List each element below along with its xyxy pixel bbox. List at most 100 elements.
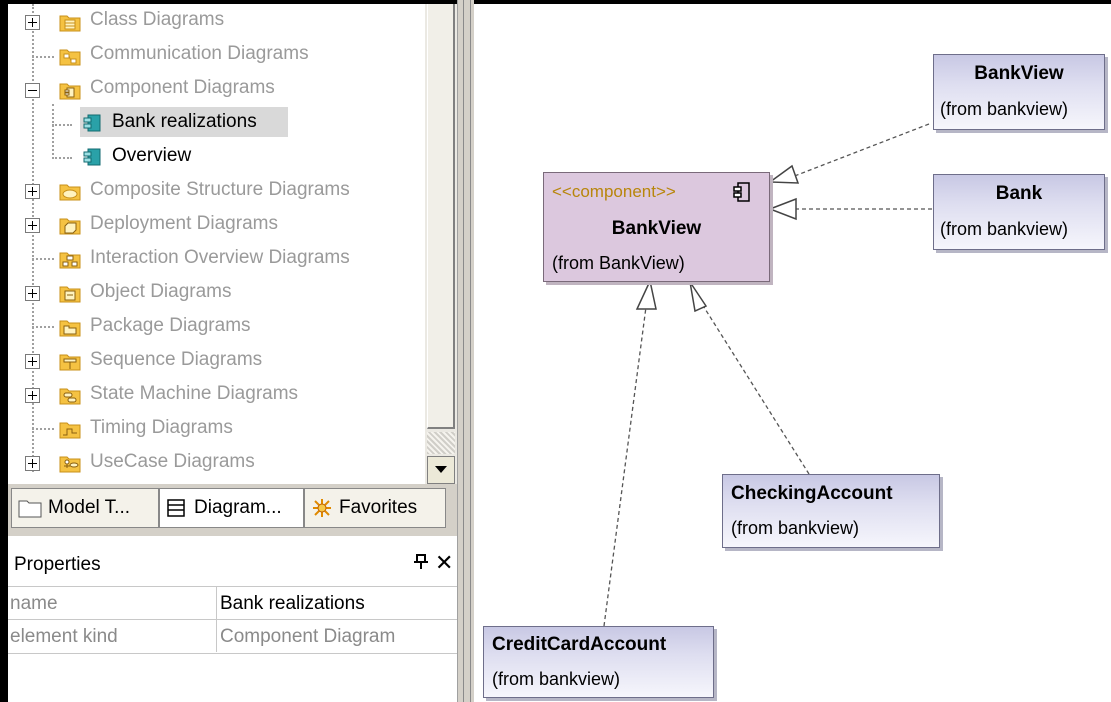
tree-item-label: Composite Structure Diagrams [90, 179, 350, 200]
properties-title: Properties [14, 554, 101, 575]
arrow-down-icon [435, 466, 447, 473]
class-diagram-folder-icon [59, 15, 81, 32]
state-machine-folder-icon [59, 388, 81, 405]
tree-item-class-diagrams[interactable]: Class Diagrams [90, 5, 224, 35]
tree-item-communication-diagrams[interactable]: Communication Diagrams [90, 39, 309, 69]
tab-favorites[interactable]: Favorites [304, 488, 446, 528]
favorites-star-icon [313, 499, 331, 517]
tree-guide-line [52, 157, 72, 159]
component-from-label: (from BankView) [552, 253, 685, 273]
tree-vertical-scrollbar[interactable] [425, 4, 457, 484]
class-creditcardaccount[interactable]: CreditCardAccount (from bankview) [483, 626, 714, 698]
tree-guide-line [32, 56, 54, 58]
tree-guide-line [32, 258, 54, 260]
communication-diagram-folder-icon [59, 49, 81, 66]
tree-item-label: UseCase Diagrams [90, 451, 255, 472]
expand-button[interactable] [25, 388, 40, 403]
tree-item-label: Class Diagrams [90, 9, 225, 30]
class-from-label: (from bankview) [940, 99, 1069, 119]
tree-item-label: Component Diagrams [90, 77, 275, 98]
realization-line-bankview [791, 123, 930, 178]
class-checkingaccount[interactable]: CheckingAccount (from bankview) [722, 474, 940, 548]
package-diagram-folder-icon [59, 320, 81, 337]
class-name: CreditCardAccount [492, 634, 667, 655]
scrollbar-thumb[interactable] [427, 4, 455, 429]
tree-item-package-diagrams[interactable]: Package Diagrams [90, 311, 251, 341]
class-name: CheckingAccount [731, 483, 893, 504]
property-value: Component Diagram [220, 626, 396, 647]
pin-icon[interactable] [414, 554, 428, 575]
property-row[interactable]: element kind Component Diagram [8, 619, 457, 654]
class-bankview[interactable]: BankView (from bankview) [933, 54, 1105, 130]
tree-item-composite-structure-diagrams[interactable]: Composite Structure Diagrams [90, 175, 350, 205]
tree-item-label: Bank realizations [112, 111, 257, 132]
expand-button[interactable] [25, 354, 40, 369]
diagram-canvas[interactable]: <<component>> BankView (from BankView) B… [474, 4, 1111, 702]
component-diagram-folder-icon [59, 83, 81, 100]
class-bank[interactable]: Bank (from bankview) [933, 174, 1105, 250]
tree-item-label: Interaction Overview Diagrams [90, 247, 350, 268]
component-icon [733, 182, 750, 202]
collapse-button[interactable] [25, 83, 40, 98]
tree-item-overview[interactable]: Overview [112, 141, 191, 171]
component-diagram-icon [83, 148, 101, 166]
tab-model-tree[interactable]: Model T... [11, 488, 159, 528]
tree-item-timing-diagrams[interactable]: Timing Diagrams [90, 413, 233, 443]
realization-arrowhead [635, 278, 657, 310]
tab-diagram-tree[interactable]: Diagram... [159, 488, 304, 528]
expand-button[interactable] [25, 218, 40, 233]
expand-button[interactable] [25, 15, 40, 30]
tree-item-state-machine-diagrams[interactable]: State Machine Diagrams [90, 379, 298, 409]
properties-panel-header: Properties ✕ [8, 546, 457, 582]
class-from-label: (from bankview) [492, 669, 621, 689]
tree-item-label: Object Diagrams [90, 281, 232, 302]
realization-line-checking [701, 303, 810, 475]
window-frame-left [0, 0, 8, 702]
component-diagram-icon [83, 114, 101, 132]
tree-tab-strip: Model T... Diagram... Favorites [8, 484, 457, 536]
property-row[interactable]: name Bank realizations [8, 586, 457, 620]
scrollbar-track[interactable] [427, 432, 455, 454]
expand-button[interactable] [25, 286, 40, 301]
property-value[interactable]: Bank realizations [220, 593, 365, 615]
usecase-diagram-folder-icon [59, 456, 81, 473]
tree-item-object-diagrams[interactable]: Object Diagrams [90, 277, 232, 307]
tree-item-bank-realizations[interactable]: Bank realizations [80, 107, 288, 137]
realization-arrowhead [689, 281, 708, 313]
expand-button[interactable] [25, 184, 40, 199]
tree-item-usecase-diagrams[interactable]: UseCase Diagrams [90, 447, 255, 477]
realization-arrowhead [767, 197, 797, 221]
diagram-tree: Class Diagrams Communication Diagrams Co… [8, 4, 425, 484]
panel-splitter[interactable] [457, 0, 474, 702]
class-from-label: (from bankview) [940, 219, 1069, 239]
folder-icon [18, 500, 42, 518]
tree-item-label: Communication Diagrams [90, 43, 309, 64]
component-name: BankView [611, 218, 702, 239]
property-name: element kind [10, 626, 118, 647]
tree-item-label: Package Diagrams [90, 315, 251, 336]
component-bankview[interactable]: <<component>> BankView (from BankView) [543, 172, 770, 282]
tree-guide-line [52, 124, 72, 126]
scroll-down-button[interactable] [427, 456, 455, 484]
tree-guide-line [52, 104, 54, 159]
tree-item-label: Deployment Diagrams [90, 213, 278, 234]
composite-structure-folder-icon [59, 184, 81, 201]
tree-item-deployment-diagrams[interactable]: Deployment Diagrams [90, 209, 278, 239]
class-from-label: (from bankview) [731, 518, 860, 538]
realization-line-creditcard [603, 306, 647, 627]
tab-label: Favorites [339, 497, 418, 518]
sequence-diagram-folder-icon [59, 354, 81, 371]
object-diagram-folder-icon [59, 286, 81, 303]
property-name: name [10, 593, 58, 614]
timing-diagram-folder-icon [59, 422, 81, 439]
tree-item-component-diagrams[interactable]: Component Diagrams [90, 73, 275, 103]
class-name: BankView [974, 63, 1064, 84]
interaction-overview-folder-icon [59, 252, 81, 269]
tree-item-interaction-overview-diagrams[interactable]: Interaction Overview Diagrams [90, 243, 350, 273]
diagram-tree-icon [167, 499, 185, 517]
tree-item-label: State Machine Diagrams [90, 383, 299, 404]
close-icon[interactable]: ✕ [435, 550, 453, 576]
tree-item-sequence-diagrams[interactable]: Sequence Diagrams [90, 345, 262, 375]
tree-guide-line [32, 428, 54, 430]
expand-button[interactable] [25, 456, 40, 471]
